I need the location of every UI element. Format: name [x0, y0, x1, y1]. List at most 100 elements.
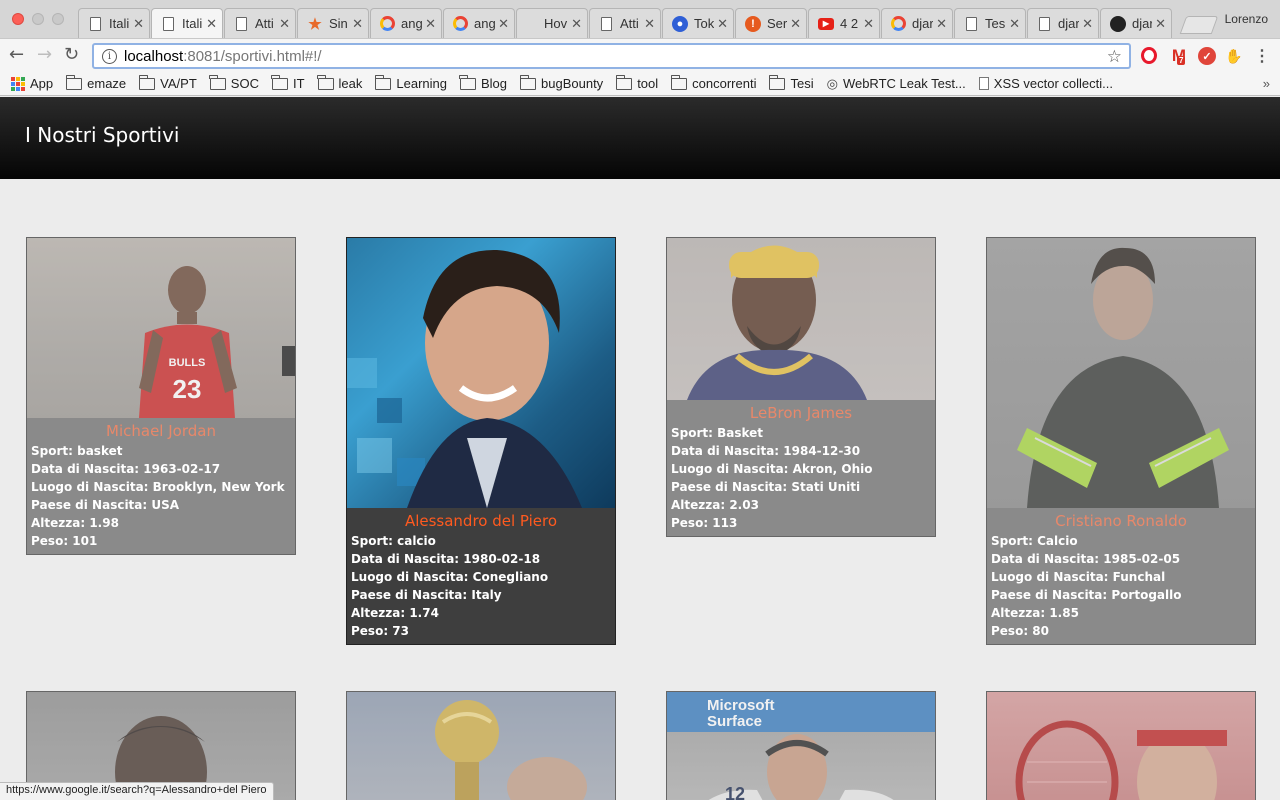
birth-date-value: 1980-02-18 [463, 552, 541, 566]
bookmark-item[interactable]: ◎ WebRTC Leak Test... [827, 76, 966, 92]
folder-icon [209, 74, 226, 90]
athlete-photo: Microsoft Surface 12 [667, 692, 935, 800]
athlete-card[interactable]: Cristiano Ronaldo Sport: Calcio Data di … [986, 237, 1256, 645]
bookmark-label: bugBounty [541, 76, 604, 91]
athlete-weight: Peso: 101 [31, 532, 291, 550]
tab-close-icon[interactable]: ✕ [644, 16, 655, 32]
bookmark-item[interactable]: leak [317, 74, 362, 91]
browser-tab[interactable]: ▶ 4 2 ✕ [808, 8, 880, 38]
bookmark-item[interactable]: concorrenti [670, 74, 756, 91]
athlete-birth-place: Luogo di Nascita: Conegliano [351, 568, 611, 586]
athlete-name[interactable]: LeBron James [671, 402, 931, 424]
tab-title: Ser [767, 16, 788, 31]
browser-tab[interactable]: djar ✕ [881, 8, 953, 38]
browser-tab[interactable]: djar ✕ [1100, 8, 1172, 38]
bookmark-item[interactable]: Tesi [768, 74, 814, 91]
tab-title: ang [401, 16, 423, 31]
bookmark-item[interactable]: XSS vector collecti... [978, 76, 1113, 91]
browser-tab[interactable]: Hov ✕ [516, 8, 588, 38]
bookmarks-overflow-button[interactable]: » [1263, 76, 1270, 91]
tab-close-icon[interactable]: ✕ [498, 16, 509, 32]
athlete-name[interactable]: Cristiano Ronaldo [991, 510, 1251, 532]
doc-icon [163, 16, 174, 31]
athlete-card[interactable] [986, 691, 1256, 800]
bookmark-item[interactable]: emaze [65, 74, 126, 91]
new-tab-button[interactable] [1179, 16, 1219, 34]
tab-close-icon[interactable]: ✕ [425, 16, 436, 32]
doc-icon [90, 16, 101, 31]
athlete-card[interactable]: Alessandro del Piero Sport: calcio Data … [346, 237, 616, 645]
tab-close-icon[interactable]: ✕ [133, 16, 144, 32]
doc-icon [966, 16, 977, 31]
bookmark-item[interactable]: Blog [459, 74, 507, 91]
google-icon [380, 16, 395, 31]
hand-extension-icon[interactable]: ✋ [1225, 47, 1243, 65]
athlete-card[interactable]: Microsoft Surface 12 [666, 691, 936, 800]
browser-tab[interactable]: Itali ✕ [78, 8, 150, 38]
browser-tab[interactable]: Tes ✕ [954, 8, 1026, 38]
birth-place-value: Akron, Ohio [792, 462, 873, 476]
tab-close-icon[interactable]: ✕ [206, 16, 217, 32]
reload-button[interactable]: ↻ [64, 45, 79, 65]
bookmark-item[interactable]: VA/PT [138, 74, 197, 91]
tab-close-icon[interactable]: ✕ [863, 16, 874, 32]
maximize-window-button[interactable] [52, 13, 64, 25]
browser-tab[interactable]: ● Tok ✕ [662, 8, 734, 38]
birth-country-value: USA [151, 498, 180, 512]
opera-extension-icon[interactable] [1141, 47, 1157, 64]
athlete-birth-date: Data di Nascita: 1985-02-05 [991, 550, 1251, 568]
tab-close-icon[interactable]: ✕ [279, 16, 290, 32]
close-window-button[interactable] [12, 13, 24, 25]
athlete-card[interactable]: BULLS 23 Michael Jordan Sport: basket Da… [26, 237, 296, 555]
minimize-window-button[interactable] [32, 13, 44, 25]
browser-tab[interactable]: ! Ser ✕ [735, 8, 807, 38]
tab-close-icon[interactable]: ✕ [717, 16, 728, 32]
browser-tab[interactable]: ang ✕ [370, 8, 442, 38]
browser-tab[interactable]: ★ Sin ✕ [297, 8, 369, 38]
profile-name[interactable]: Lorenzo [1225, 12, 1268, 26]
site-header: I Nostri Sportivi [0, 97, 1280, 179]
tab-title: djar [912, 16, 934, 31]
tab-close-icon[interactable]: ✕ [790, 16, 801, 32]
athlete-card[interactable]: LeBron James Sport: Basket Data di Nasci… [666, 237, 936, 537]
site-info-icon[interactable]: i [102, 48, 117, 64]
folder-icon [317, 74, 334, 90]
browser-tab[interactable]: Itali ✕ [151, 8, 223, 38]
gmail-extension-icon[interactable]: M7 [1170, 46, 1188, 65]
browser-tab[interactable]: ang ✕ [443, 8, 515, 38]
tab-close-icon[interactable]: ✕ [936, 16, 947, 32]
address-bar[interactable]: i localhost:8081/sportivi.html#!/ ☆ [92, 43, 1131, 69]
birth-date-value: 1985-02-05 [1103, 552, 1181, 566]
tab-close-icon[interactable]: ✕ [1009, 16, 1020, 32]
browser-tab[interactable]: Atti ✕ [224, 8, 296, 38]
browser-tab[interactable]: Atti ✕ [589, 8, 661, 38]
sport-value: calcio [397, 534, 436, 548]
athlete-name[interactable]: Michael Jordan [31, 420, 291, 442]
sport-value: Calcio [1037, 534, 1078, 548]
tab-close-icon[interactable]: ✕ [352, 16, 363, 32]
athlete-card[interactable] [346, 691, 616, 800]
forward-button[interactable]: → [37, 45, 52, 65]
tab-close-icon[interactable]: ✕ [1082, 16, 1093, 32]
bookmark-item[interactable]: Learning [374, 74, 447, 91]
ublock-extension-icon[interactable]: ✓ [1198, 47, 1216, 65]
tab-title: Atti [255, 16, 274, 31]
browser-menu-icon[interactable]: ⋮ [1253, 47, 1271, 65]
back-button[interactable]: ← [9, 45, 24, 65]
athlete-name[interactable]: Alessandro del Piero [351, 510, 611, 532]
tab-close-icon[interactable]: ✕ [1155, 16, 1166, 32]
bookmark-item[interactable]: bugBounty [519, 74, 604, 91]
folder-icon [615, 74, 633, 90]
birth-date-label: Data di Nascita: [351, 552, 464, 566]
browser-tab[interactable]: djar ✕ [1027, 8, 1099, 38]
tab-close-icon[interactable]: ✕ [571, 16, 582, 32]
bookmark-item[interactable]: App [11, 76, 53, 91]
tab-title: Tes [985, 16, 1006, 31]
bookmark-item[interactable]: tool [615, 74, 658, 91]
bookmark-item[interactable]: SOC [209, 74, 259, 91]
bookmark-star-icon[interactable]: ☆ [1107, 47, 1122, 67]
weight-value: 80 [1032, 624, 1049, 638]
bookmark-item[interactable]: IT [271, 74, 305, 91]
fingerprint-icon: ◎ [826, 75, 838, 91]
sport-label: Sport: [351, 534, 398, 548]
